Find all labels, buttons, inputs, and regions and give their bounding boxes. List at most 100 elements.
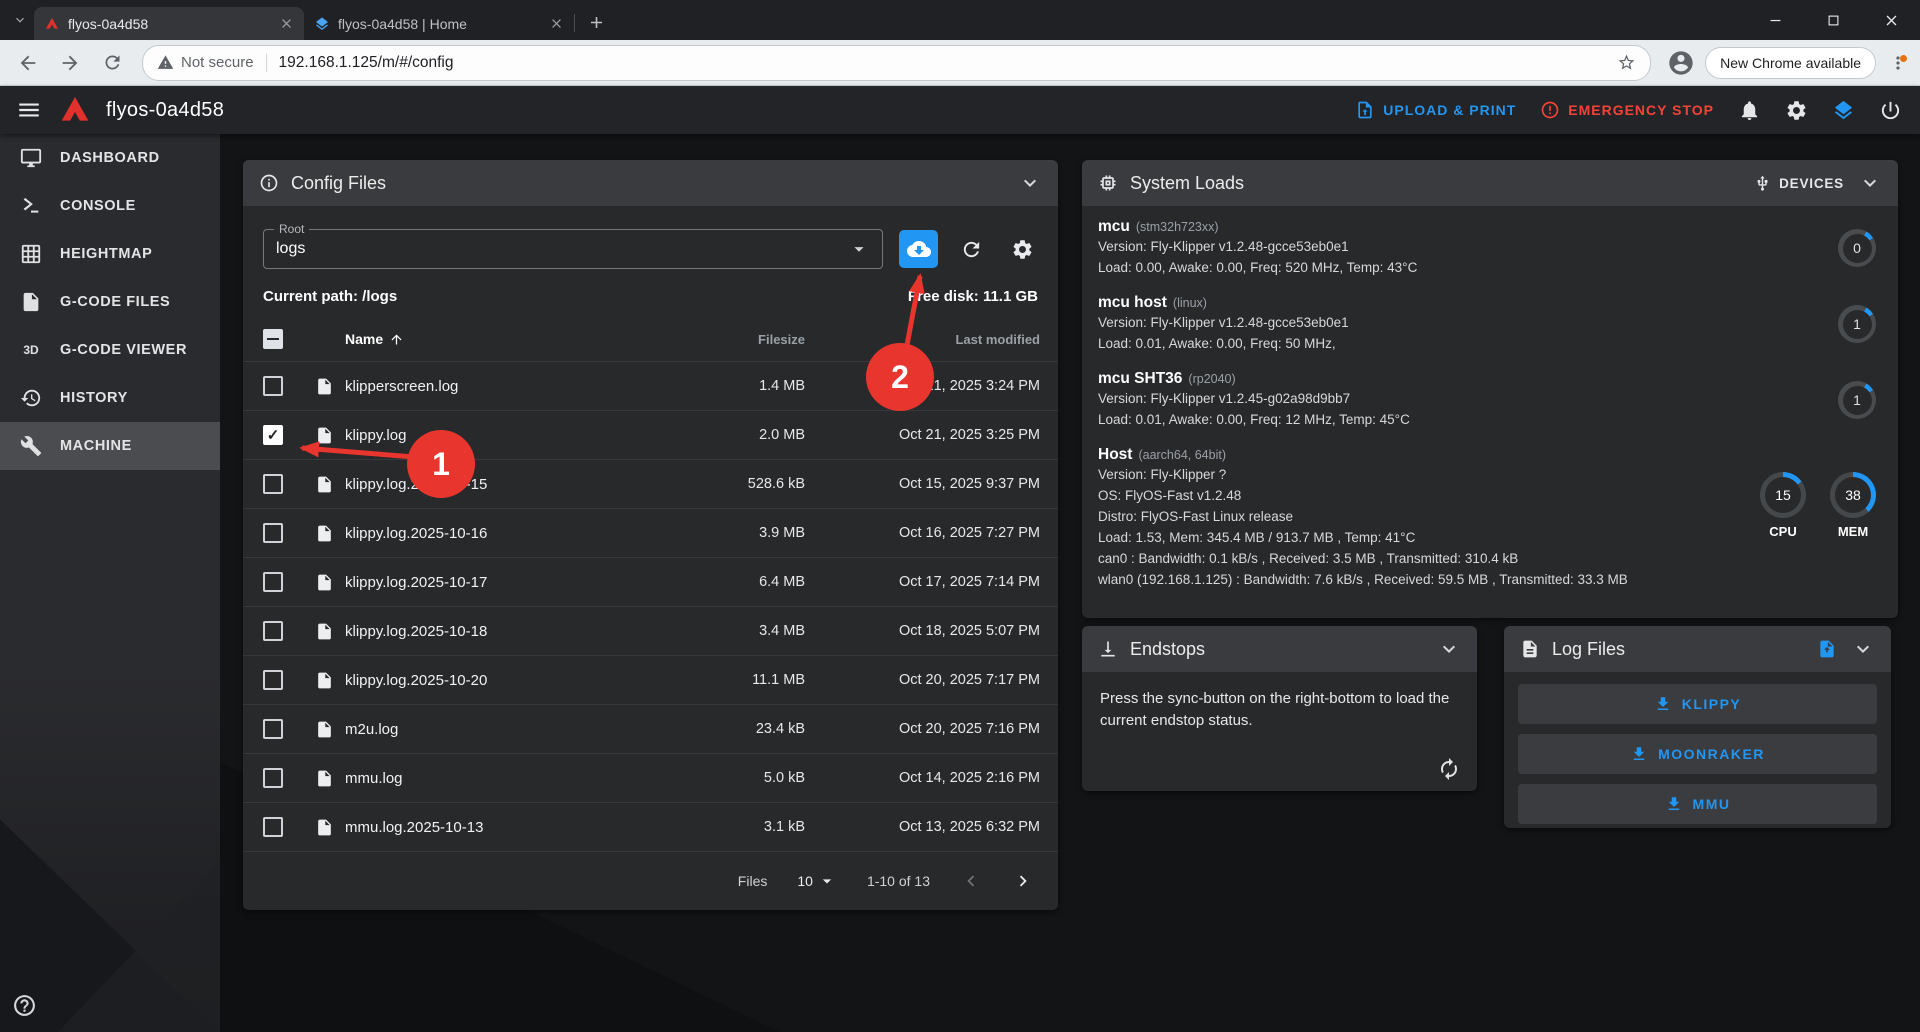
refresh-files-button[interactable] xyxy=(954,229,989,269)
collapse-chevron-icon[interactable] xyxy=(1858,171,1882,195)
next-page-icon[interactable] xyxy=(1012,870,1034,892)
download-mmu-log-button[interactable]: MMU xyxy=(1518,784,1877,824)
download-klippy-log-button[interactable]: KLIPPY xyxy=(1518,684,1877,724)
table-row[interactable]: mmu.log 5.0 kB Oct 14, 2025 2:16 PM xyxy=(243,754,1058,803)
back-button[interactable] xyxy=(10,45,46,81)
host-chip: (aarch64, 64bit) xyxy=(1138,448,1226,462)
endstops-message: Press the sync-button on the right-botto… xyxy=(1082,672,1477,748)
column-filesize[interactable]: Filesize xyxy=(685,332,805,347)
sidebar-item-gcode-files[interactable]: G-CODE FILES xyxy=(0,278,220,326)
sidebar-item-dashboard[interactable]: DASHBOARD xyxy=(0,134,220,182)
emergency-stop-label: EMERGENCY STOP xyxy=(1568,102,1714,118)
row-checkbox[interactable] xyxy=(263,817,283,837)
file-settings-button[interactable] xyxy=(1005,229,1040,269)
sidebar-item-history[interactable]: HISTORY xyxy=(0,374,220,422)
row-checkbox[interactable] xyxy=(263,376,283,396)
help-icon[interactable] xyxy=(12,993,37,1018)
select-all-checkbox[interactable] xyxy=(263,329,283,349)
column-name[interactable]: Name xyxy=(345,331,685,347)
table-row[interactable]: m2u.log 23.4 kB Oct 20, 2025 7:16 PM xyxy=(243,705,1058,754)
sidebar-item-console[interactable]: CONSOLE xyxy=(0,182,220,230)
alert-icon xyxy=(1540,100,1560,120)
browser-tab-home[interactable]: flyos-0a4d58 | Home xyxy=(304,7,574,40)
host-load-entry: Host(aarch64, 64bit) Version: Fly-Klippe… xyxy=(1098,446,1876,590)
row-checkbox[interactable] xyxy=(263,425,283,445)
chevron-down-icon[interactable] xyxy=(12,12,28,28)
host-line: wlan0 (192.168.1.125) : Bandwidth: 7.6 k… xyxy=(1098,569,1760,590)
row-checkbox[interactable] xyxy=(263,572,283,592)
profile-avatar-icon[interactable] xyxy=(1667,49,1695,77)
settings-gear-icon[interactable] xyxy=(1785,99,1808,122)
menu-icon[interactable] xyxy=(16,97,42,123)
new-tab-button[interactable] xyxy=(587,13,606,32)
tab-title: flyos-0a4d58 xyxy=(68,16,271,32)
sync-endstops-button[interactable] xyxy=(1437,757,1461,781)
power-icon[interactable] xyxy=(1879,99,1902,122)
previous-page-icon[interactable] xyxy=(960,870,982,892)
file-size: 6.4 MB xyxy=(685,574,805,590)
dropdown-caret-icon xyxy=(817,871,837,891)
table-row[interactable]: klipperscreen.log 1.4 MB Oct 21, 2025 3:… xyxy=(243,362,1058,411)
reload-button[interactable] xyxy=(94,45,130,81)
sidebar-item-machine[interactable]: MACHINE xyxy=(0,422,220,470)
row-checkbox[interactable] xyxy=(263,523,283,543)
file-name: mmu.log.2025-10-13 xyxy=(345,819,685,836)
per-page-select[interactable]: 10 xyxy=(797,871,837,891)
app-header: flyos-0a4d58 UPLOAD & PRINT EMERGENCY ST… xyxy=(0,86,1920,134)
row-checkbox[interactable] xyxy=(263,670,283,690)
column-last-modified[interactable]: Last modified xyxy=(805,332,1040,347)
table-row[interactable]: klippy.log.2025-10-20 11.1 MB Oct 20, 20… xyxy=(243,656,1058,705)
info-icon[interactable] xyxy=(259,173,279,193)
file-name: klippy.log.2025-10-17 xyxy=(345,574,685,591)
host-name: Host xyxy=(1098,446,1132,463)
row-checkbox[interactable] xyxy=(263,621,283,641)
config-files-header: Config Files xyxy=(243,160,1058,206)
sidebar-item-gcode-viewer[interactable]: 3D G-CODE VIEWER xyxy=(0,326,220,374)
close-icon[interactable] xyxy=(279,16,294,31)
close-icon[interactable] xyxy=(549,16,564,31)
bookmark-star-icon[interactable] xyxy=(1617,53,1636,72)
sidebar-item-label: MACHINE xyxy=(60,438,132,454)
collapse-chevron-icon[interactable] xyxy=(1018,171,1042,195)
file-modified: Oct 18, 2025 5:07 PM xyxy=(805,623,1040,639)
notifications-bell-icon[interactable] xyxy=(1738,99,1761,122)
table-pagination: Files 10 1-10 of 13 xyxy=(243,852,1058,910)
row-checkbox[interactable] xyxy=(263,719,283,739)
collapse-chevron-icon[interactable] xyxy=(1437,637,1461,661)
file-modified: Oct 14, 2025 2:16 PM xyxy=(805,770,1040,786)
table-row[interactable]: klippy.log 2.0 MB Oct 21, 2025 3:25 PM xyxy=(243,411,1058,460)
sidebar-item-heightmap[interactable]: HEIGHTMAP xyxy=(0,230,220,278)
table-row[interactable]: klippy.log.2025-10-15 528.6 kB Oct 15, 2… xyxy=(243,460,1058,509)
file-size: 2.0 MB xyxy=(685,427,805,443)
row-checkbox[interactable] xyxy=(263,474,283,494)
file-icon xyxy=(303,818,345,837)
download-selected-button[interactable] xyxy=(899,230,938,268)
table-row[interactable]: klippy.log.2025-10-16 3.9 MB Oct 16, 202… xyxy=(243,509,1058,558)
browser-tab-flyos[interactable]: flyos-0a4d58 xyxy=(34,7,304,40)
file-icon xyxy=(303,671,345,690)
chrome-update-chip[interactable]: New Chrome available xyxy=(1705,47,1876,79)
mcu-load-entry: mcu host(linux) Version: Fly-Klipper v1.… xyxy=(1098,294,1876,354)
forward-button[interactable] xyxy=(52,45,88,81)
url-text[interactable]: 192.168.1.125/m/#/config xyxy=(279,54,454,72)
upload-print-button[interactable]: UPLOAD & PRINT xyxy=(1355,100,1516,120)
screen: flyos-0a4d58 flyos-0a4d58 | Home xyxy=(0,0,1920,1032)
close-window-button[interactable] xyxy=(1862,0,1920,40)
table-row[interactable]: klippy.log.2025-10-17 6.4 MB Oct 17, 202… xyxy=(243,558,1058,607)
collapse-chevron-icon[interactable] xyxy=(1851,637,1875,661)
minimize-button[interactable] xyxy=(1746,0,1804,40)
table-row[interactable]: klippy.log.2025-10-18 3.4 MB Oct 18, 202… xyxy=(243,607,1058,656)
download-moonraker-log-button[interactable]: MOONRAKER xyxy=(1518,734,1877,774)
file-sync-icon[interactable] xyxy=(1817,639,1837,659)
table-row[interactable]: mmu.log.2025-10-13 3.1 kB Oct 13, 2025 6… xyxy=(243,803,1058,852)
theme-layers-icon[interactable] xyxy=(1832,99,1855,122)
browser-menu-icon[interactable] xyxy=(1888,53,1908,73)
row-checkbox[interactable] xyxy=(263,768,283,788)
address-bar[interactable]: Not secure 192.168.1.125/m/#/config xyxy=(142,45,1651,81)
devices-button[interactable]: DEVICES xyxy=(1754,175,1844,192)
maximize-button[interactable] xyxy=(1804,0,1862,40)
emergency-stop-button[interactable]: EMERGENCY STOP xyxy=(1540,100,1714,120)
path-row: Current path: /logs Free disk: 11.1 GB xyxy=(243,284,1058,317)
root-select[interactable]: Root logs xyxy=(263,229,883,269)
not-secure-warning-icon[interactable] xyxy=(157,54,174,71)
